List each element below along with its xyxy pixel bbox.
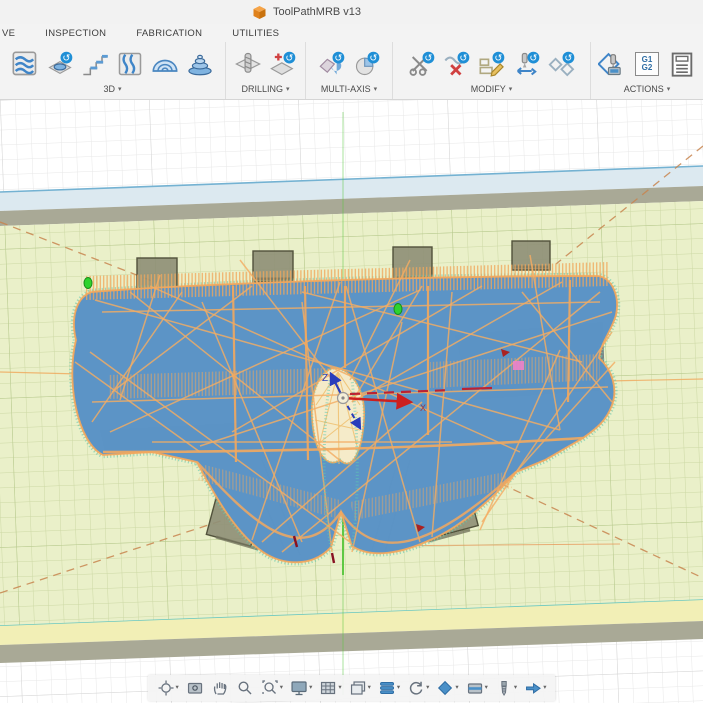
viewport-canvas[interactable]: Z X ▾ bbox=[0, 100, 703, 703]
ribbon-tabs: VE INSPECTION FABRICATION UTILITIES bbox=[0, 24, 703, 42]
ribbon-group-drilling: DRILLING▾ bbox=[226, 42, 306, 99]
fit-button[interactable]: ▾ bbox=[258, 677, 286, 699]
z-axis-label: Z bbox=[322, 373, 328, 384]
pan-button[interactable] bbox=[208, 677, 232, 699]
adaptive-clearing-icon[interactable] bbox=[9, 46, 41, 82]
ribbon-group-modify: MODIFY▾ bbox=[393, 42, 591, 99]
go-to-button[interactable]: ▾ bbox=[521, 677, 549, 699]
delete-passes-icon[interactable] bbox=[441, 46, 473, 82]
display-settings-button[interactable]: ▾ bbox=[287, 677, 315, 699]
toolpath-display-button[interactable]: ▾ bbox=[375, 677, 403, 699]
ribbon: VE INSPECTION FABRICATION UTILITIES ↺ bbox=[0, 24, 703, 100]
pink-marker bbox=[513, 361, 524, 370]
document-title: ToolPathMRB v13 bbox=[273, 6, 361, 18]
tool-position-marker-2 bbox=[394, 304, 402, 315]
orbit-button[interactable]: ▾ bbox=[154, 677, 182, 699]
trim-toolpath-icon[interactable] bbox=[406, 46, 438, 82]
rotary-icon[interactable] bbox=[351, 46, 383, 82]
look-at-button[interactable] bbox=[183, 677, 207, 699]
tab-inspection[interactable]: INSPECTION bbox=[45, 28, 106, 39]
pocket-clearing-icon[interactable] bbox=[44, 46, 76, 82]
parallel-flow-icon[interactable] bbox=[114, 46, 146, 82]
orbit-icon bbox=[157, 679, 175, 697]
pan-hand-icon bbox=[211, 679, 229, 697]
ribbon-group-3d: 3D▾ bbox=[0, 42, 226, 99]
isolate-button[interactable]: ▾ bbox=[433, 677, 461, 699]
swarf-icon[interactable] bbox=[316, 46, 348, 82]
scallop-icon[interactable] bbox=[149, 46, 181, 82]
setup-sheet-icon[interactable] bbox=[666, 46, 698, 82]
isolate-diamond-icon bbox=[436, 679, 454, 697]
drill-add-icon[interactable] bbox=[267, 46, 299, 82]
group-label-drilling[interactable]: DRILLING▾ bbox=[241, 84, 289, 94]
display-settings-icon bbox=[290, 679, 308, 697]
view-navigation-bar: ▾ ▾ bbox=[148, 675, 556, 701]
zoom-window-icon bbox=[261, 679, 279, 697]
machine-button[interactable]: ▾ bbox=[463, 677, 491, 699]
zoom-icon bbox=[236, 679, 254, 697]
ribbon-group-multi-axis: MULTI-AXIS▾ bbox=[306, 42, 393, 99]
edit-passes-icon[interactable] bbox=[476, 46, 508, 82]
spiral-icon[interactable] bbox=[184, 46, 216, 82]
refresh-button[interactable]: ▾ bbox=[404, 677, 432, 699]
post-process-icon[interactable]: G1 G2 bbox=[631, 46, 663, 82]
group-label-3d[interactable]: 3D▾ bbox=[103, 84, 121, 94]
drill-icon[interactable] bbox=[232, 46, 264, 82]
pattern-icon[interactable] bbox=[546, 46, 578, 82]
document-cube-icon bbox=[252, 5, 267, 20]
grid-display-icon bbox=[319, 679, 337, 697]
ribbon-group-actions: G1 G2 ACTIONS▾ bbox=[591, 42, 703, 99]
viewports-icon bbox=[349, 679, 367, 697]
tool-bolt-icon bbox=[495, 679, 513, 697]
group-label-modify[interactable]: MODIFY▾ bbox=[471, 84, 513, 94]
zoom-button[interactable] bbox=[233, 677, 257, 699]
x-axis-label: X bbox=[420, 403, 426, 413]
group-label-multi-axis[interactable]: MULTI-AXIS▾ bbox=[321, 84, 377, 94]
machine-icon bbox=[466, 679, 484, 697]
look-at-icon bbox=[186, 679, 204, 697]
scene-3d[interactable]: Z X bbox=[0, 100, 703, 703]
refresh-icon bbox=[407, 679, 425, 697]
contour-steps-icon[interactable] bbox=[79, 46, 111, 82]
group-label-actions[interactable]: ACTIONS▾ bbox=[624, 84, 671, 94]
application-window: ToolPathMRB v13 VE INSPECTION FABRICATIO… bbox=[0, 0, 703, 703]
toolpath-layers-icon bbox=[378, 679, 396, 697]
reorder-tools-icon[interactable] bbox=[511, 46, 543, 82]
tool-button[interactable]: ▾ bbox=[492, 677, 520, 699]
tab-fabrication[interactable]: FABRICATION bbox=[136, 28, 202, 39]
simulate-icon[interactable] bbox=[596, 46, 628, 82]
grid-display-button[interactable]: ▾ bbox=[316, 677, 344, 699]
tab-utilities[interactable]: UTILITIES bbox=[232, 28, 279, 39]
title-bar: ToolPathMRB v13 bbox=[0, 0, 703, 24]
tab-partial[interactable]: VE bbox=[2, 28, 15, 39]
go-to-arrow-icon bbox=[524, 679, 542, 697]
viewports-button[interactable]: ▾ bbox=[346, 677, 374, 699]
tool-position-marker bbox=[84, 278, 92, 289]
